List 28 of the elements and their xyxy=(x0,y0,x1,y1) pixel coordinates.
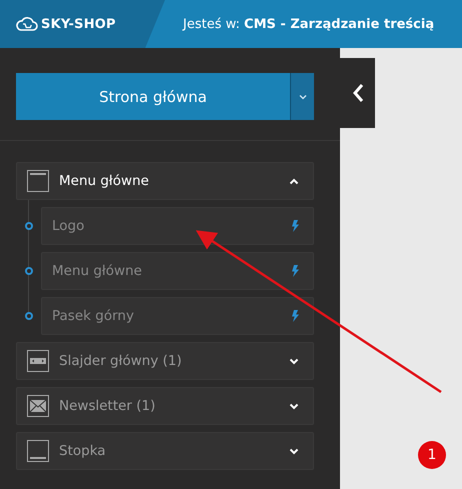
tree-node-icon xyxy=(25,222,33,230)
subsection-item[interactable]: Logo xyxy=(41,207,314,245)
chevron-left-icon xyxy=(352,83,364,103)
envelope-icon xyxy=(27,395,49,417)
subsection-item[interactable]: Menu główne xyxy=(41,252,314,290)
breadcrumb-text: Jesteś w: CMS - Zarządzanie treścią xyxy=(183,16,434,32)
chevron-down-icon xyxy=(298,94,306,100)
window-icon xyxy=(27,170,49,192)
lightning-icon xyxy=(291,265,299,277)
tree-node-icon xyxy=(25,312,33,320)
page-select-button[interactable]: Strona główna xyxy=(16,73,290,120)
lightning-icon xyxy=(291,220,299,232)
chevron-down-icon xyxy=(289,402,299,410)
footer-icon xyxy=(27,440,49,462)
chevron-up-icon xyxy=(289,178,299,184)
logo-text: SKY-SHOP xyxy=(41,16,116,32)
lightning-icon xyxy=(291,310,299,322)
section-header[interactable]: Menu główne xyxy=(16,162,314,200)
slider-icon xyxy=(27,350,49,372)
section-header[interactable]: Stopka xyxy=(16,432,314,470)
subsection-item[interactable]: Pasek górny xyxy=(41,297,314,335)
chevron-down-icon xyxy=(289,448,299,454)
section-header[interactable]: Newsletter (1) xyxy=(16,387,314,425)
chevron-down-icon xyxy=(289,358,299,364)
collapse-tab[interactable] xyxy=(340,58,375,128)
tree-node-icon xyxy=(25,267,33,275)
cloud-cart-icon xyxy=(16,16,38,32)
section-header[interactable]: Slajder główny (1) xyxy=(16,342,314,380)
